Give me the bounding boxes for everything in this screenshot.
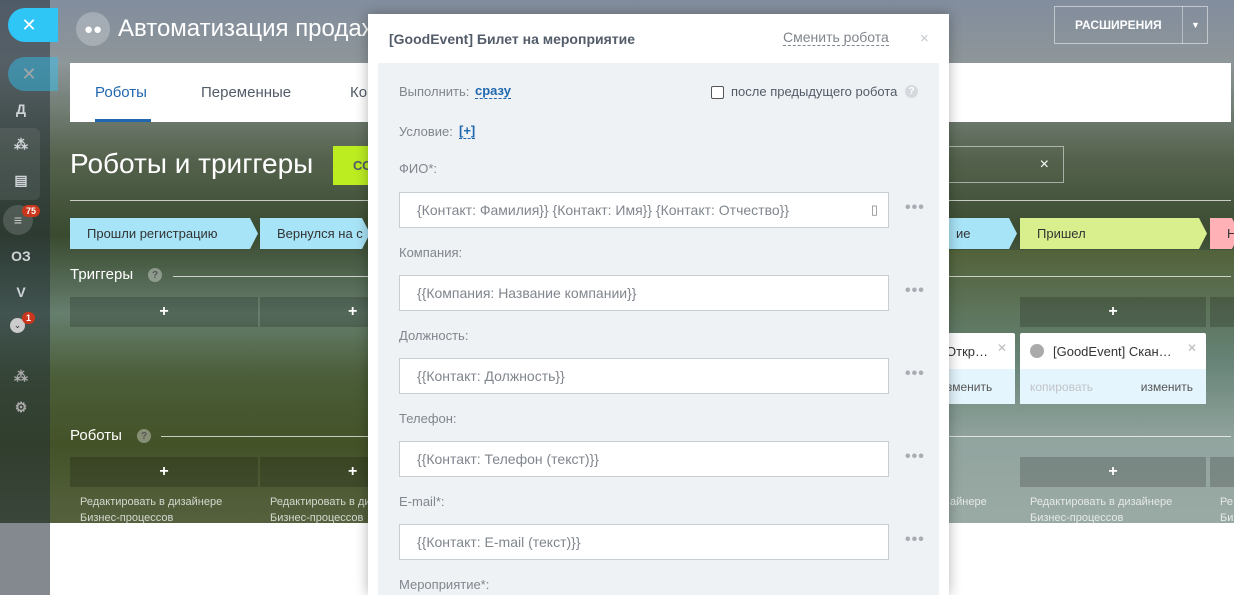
close-icon[interactable]: × (1040, 156, 1049, 174)
after-previous-checkbox[interactable] (711, 86, 724, 99)
stage-column[interactable]: Прошли регистрацию (70, 218, 258, 249)
trigger-card[interactable]: Откр… ✕ изменить (940, 333, 1015, 404)
add-robot-button[interactable]: + (70, 457, 258, 487)
more-icon[interactable]: ••• (905, 282, 925, 300)
search-input[interactable]: × (945, 146, 1064, 183)
share-icon[interactable]: ⁂ (10, 136, 32, 153)
full-name-input[interactable]: {Контакт: Фамилия}} {Контакт: Имя}} {Кон… (399, 192, 889, 228)
edit-in-designer-link[interactable]: Редактировать в дизайнереБизнес-процессо… (1030, 494, 1172, 526)
settings-panel: Выполнить: сразу после предыдущего робот… (378, 63, 939, 595)
tab-robots[interactable]: Роботы (95, 84, 147, 101)
gear-icon[interactable]: ⚙ (10, 399, 32, 416)
position-input[interactable]: {{Контакт: Должность}} (399, 358, 889, 394)
close-icon[interactable]: ✕ (997, 341, 1007, 355)
stage-column[interactable]: Вернулся на с (260, 218, 370, 249)
close-slider-button-2[interactable]: ✕ (8, 57, 58, 91)
field-label: Должность: (399, 328, 469, 343)
phone-input[interactable]: {{Контакт: Телефон (текст)}} (399, 441, 889, 477)
card-title: Откр… (946, 343, 988, 359)
close-icon[interactable]: ✕ (1187, 341, 1197, 355)
add-trigger-button[interactable]: + (70, 297, 258, 327)
field-label: E-mail*: (399, 494, 445, 509)
field-label: Мероприятие*: (399, 577, 490, 592)
chevron-down-icon[interactable]: ▼ (1182, 6, 1208, 44)
add-condition-link[interactable]: [+] (459, 123, 476, 139)
more-icon[interactable]: ••• (905, 365, 925, 383)
active-tab-indicator (95, 119, 151, 122)
field-label: Телефон: (399, 411, 457, 426)
more-icon[interactable]: ••• (905, 531, 925, 549)
notification-badge: 75 (22, 205, 41, 217)
field-label: Компания: (399, 245, 463, 260)
add-trigger-button[interactable]: + (260, 297, 370, 327)
tab-constants[interactable]: Ко (350, 84, 367, 101)
add-robot-button[interactable] (1210, 457, 1234, 487)
edit-in-designer-link[interactable]: Редактировать в дизайнереБизнес-процессо… (80, 494, 222, 526)
contact-card-icon[interactable]: ▯ (871, 202, 878, 218)
execute-timing-link[interactable]: сразу (475, 83, 511, 99)
stage-column[interactable]: ие (940, 218, 1017, 249)
tab-variables[interactable]: Переменные (201, 84, 291, 101)
field-label: ФИО*: (399, 161, 438, 176)
trigger-type-icon (1030, 344, 1044, 358)
dialog-title: [GoodEvent] Билет на мероприятие (389, 31, 636, 47)
page-title: Роботы и триггеры (70, 148, 314, 179)
sidebar-letter[interactable]: ОЗ (10, 248, 32, 264)
triggers-title: Триггеры (70, 266, 134, 283)
add-robot-button[interactable]: + (1020, 457, 1206, 487)
notification-badge: 1 (22, 312, 36, 324)
save-button[interactable]: СО (333, 146, 373, 185)
edit-in-designer-link[interactable]: Ре Би (1220, 494, 1233, 526)
calendar-icon[interactable]: ▤ (10, 172, 32, 189)
edit-link[interactable]: изменить (1141, 380, 1193, 394)
close-icon[interactable]: × (920, 30, 929, 47)
stage-column[interactable]: Н (1210, 218, 1234, 249)
more-icon[interactable]: ••• (905, 448, 925, 466)
help-icon[interactable]: ? (905, 85, 918, 98)
email-input[interactable]: {{Контакт: E-mail (текст)}} (399, 524, 889, 560)
stage-column[interactable]: Пришел (1020, 218, 1207, 249)
condition-label: Условие: (399, 124, 453, 139)
sidebar-letter[interactable]: Д (10, 101, 32, 117)
after-previous-label[interactable]: после предыдущего робота (731, 84, 897, 99)
help-icon[interactable]: ? (137, 429, 151, 443)
robot-settings-dialog: [GoodEvent] Билет на мероприятие Сменить… (368, 14, 949, 595)
close-slider-button[interactable]: ✕ (8, 8, 58, 42)
more-icon[interactable]: ••• (905, 199, 925, 217)
add-trigger-button[interactable] (1210, 297, 1234, 327)
edit-in-designer-link[interactable]: Редактировать в дизайнереБизнес-процессо… (270, 494, 368, 526)
robots-title: Роботы (70, 427, 122, 444)
execute-label: Выполнить: (399, 84, 470, 99)
company-input[interactable]: {{Компания: Название компании}} (399, 275, 889, 311)
help-icon[interactable]: ? (148, 268, 162, 282)
page-header-title: Автоматизация продаж (118, 15, 378, 42)
add-robot-button[interactable]: + (260, 457, 370, 487)
change-robot-link[interactable]: Сменить робота (783, 29, 889, 46)
add-trigger-button[interactable]: + (1020, 297, 1206, 327)
sitemap-icon[interactable]: ⁂ (10, 368, 32, 385)
trigger-card[interactable]: [GoodEvent] Скан… ✕ копировать изменить (1020, 333, 1206, 404)
edit-in-designer-link[interactable]: айнере (950, 494, 987, 510)
card-title: [GoodEvent] Скан… (1053, 343, 1172, 359)
copy-link[interactable]: копировать (1030, 380, 1093, 394)
sidebar-letter[interactable]: V (10, 284, 32, 300)
robot-icon: ●● (76, 12, 110, 46)
